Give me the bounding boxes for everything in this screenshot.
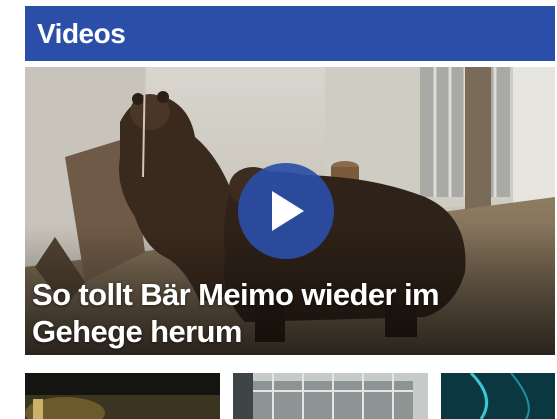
thumbnail-image: [25, 373, 220, 419]
video-thumbnail-2[interactable]: [233, 373, 428, 419]
play-button[interactable]: [238, 163, 334, 259]
thumbnail-image: [441, 373, 555, 419]
video-thumbnail-3[interactable]: [441, 373, 555, 419]
video-headline[interactable]: So tollt Bär Meimo wieder im Gehege heru…: [32, 276, 547, 350]
thumbnail-image: [233, 373, 428, 419]
play-icon: [272, 191, 304, 231]
featured-video[interactable]: So tollt Bär Meimo wieder im Gehege heru…: [25, 67, 555, 355]
video-thumbnail-1[interactable]: [25, 373, 220, 419]
section-title: Videos: [37, 17, 126, 49]
videos-header: Videos: [25, 6, 555, 61]
